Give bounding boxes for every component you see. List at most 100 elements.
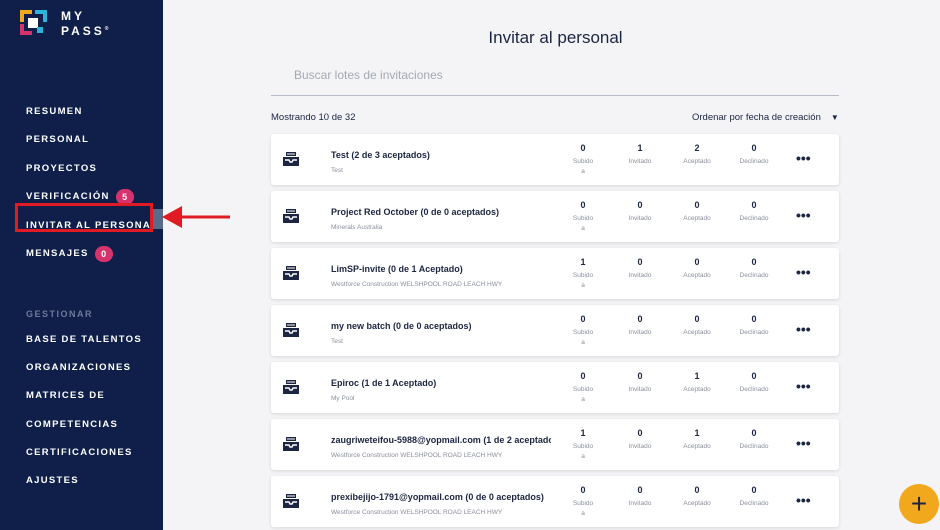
stat-accepted: 0 Aceptado <box>672 314 722 338</box>
batch-card[interactable]: Project Red October (0 de 0 aceptados) M… <box>271 191 839 242</box>
stat-accepted: 1 Aceptado <box>672 371 722 395</box>
ellipsis-icon[interactable]: ••• <box>796 207 811 223</box>
sidebar-item-label: CERTIFICACIONES <box>26 446 133 458</box>
inbox-icon <box>283 437 299 451</box>
sidebar-item-label: RESUMEN <box>26 105 83 117</box>
stat-value: 0 <box>751 428 757 438</box>
ellipsis-icon[interactable]: ••• <box>796 435 811 451</box>
sidebar-item-label: VERIFICACIÓN <box>26 191 110 203</box>
stat-accepted: 1 Aceptado <box>672 428 722 452</box>
stat-declined: 0 Declinado <box>729 371 779 395</box>
stat-declined: 0 Declinado <box>729 257 779 281</box>
mypass-logo[interactable]: MY PASS® <box>20 10 111 38</box>
sidebar-item-competencias[interactable]: COMPETENCIAS <box>26 410 142 438</box>
stat-value: 0 <box>751 485 757 495</box>
plus-icon: + <box>910 488 928 519</box>
sidebar-item-label: AJUSTES <box>26 475 79 487</box>
inbox-icon <box>283 209 299 223</box>
stat-declined: 0 Declinado <box>729 428 779 452</box>
stat-label: Subido a <box>572 215 594 232</box>
stat-label: Invitado <box>628 272 652 279</box>
batch-card[interactable]: my new batch (0 de 0 aceptados) Test 0 Su… <box>271 305 839 356</box>
batch-organization: Minerals Australia <box>331 224 383 231</box>
stat-uploaded: 0 Subido a <box>558 143 608 177</box>
stat-uploaded: 0 Subido a <box>558 314 608 348</box>
ellipsis-icon[interactable]: ••• <box>796 264 811 280</box>
logo-line1: MY <box>61 9 85 23</box>
main-content: Invitar al personal Mostrando 10 de 32 O… <box>163 0 940 530</box>
search-bar <box>271 63 839 96</box>
chevron-down-icon: ▼ <box>830 113 839 122</box>
add-batch-button[interactable]: + <box>899 484 939 524</box>
sidebar-item-organizaciones[interactable]: ORGANIZACIONES <box>26 353 142 381</box>
stat-label: Invitado <box>628 329 652 336</box>
sort-dropdown[interactable]: Ordenar por fecha de creación ▼ <box>692 112 839 123</box>
sidebar-item-resumen[interactable]: RESUMEN <box>26 97 158 126</box>
sidebar-item-label: COMPETENCIAS <box>26 418 119 430</box>
ellipsis-icon[interactable]: ••• <box>796 378 811 394</box>
stat-value: 2 <box>694 143 700 153</box>
sidebar-item-matrices-de[interactable]: MATRICES DE <box>26 382 142 410</box>
page-title: Invitar al personal <box>488 28 623 47</box>
stat-value: 0 <box>637 257 643 267</box>
stat-declined: 0 Declinado <box>729 143 779 167</box>
stat-value: 0 <box>751 371 757 381</box>
stat-label: Aceptado <box>683 443 711 450</box>
ellipsis-icon[interactable]: ••• <box>796 492 811 508</box>
batch-card[interactable]: zaugriweteifou-5988@yopmail.com (1 de 2 … <box>271 419 839 470</box>
stat-invited: 0 Invitado <box>615 428 665 452</box>
stat-label: Declinado <box>739 500 769 507</box>
batch-card[interactable]: prexibejijo-1791@yopmail.com (0 de 0 ace… <box>271 476 839 527</box>
sidebar-item-personal[interactable]: PERSONAL <box>26 126 158 155</box>
stat-value: 0 <box>580 314 586 324</box>
stat-invited: 1 Invitado <box>615 143 665 167</box>
batch-title: zaugriweteifou-5988@yopmail.com (1 de 2 … <box>331 435 551 445</box>
sidebar-item-ajustes[interactable]: AJUSTES <box>26 466 142 494</box>
stat-label: Subido a <box>572 329 594 346</box>
batch-card[interactable]: Test (2 de 3 aceptados) Test 0 Subido a 1… <box>271 134 839 185</box>
messages-count-badge: 0 <box>94 245 113 262</box>
sidebar-item-mensajes[interactable]: MENSAJES 0 <box>26 240 158 269</box>
mypass-logo-icon <box>20 10 47 35</box>
search-input[interactable] <box>271 63 839 82</box>
batch-card[interactable]: LimSP-invite (0 de 1 Aceptado) Westforce… <box>271 248 839 299</box>
stat-label: Subido a <box>572 272 594 289</box>
stat-accepted: 0 Aceptado <box>672 485 722 509</box>
stat-value: 0 <box>751 257 757 267</box>
sidebar-item-base-de-talentos[interactable]: BASE DE TALENTOS <box>26 325 142 353</box>
stat-label: Invitado <box>628 215 652 222</box>
stat-accepted: 2 Aceptado <box>672 143 722 167</box>
stat-label: Aceptado <box>683 215 711 222</box>
batch-title: prexibejijo-1791@yopmail.com (0 de 0 ace… <box>331 492 544 502</box>
stat-value: 1 <box>637 143 643 153</box>
stat-value: 0 <box>637 200 643 210</box>
stat-value: 0 <box>580 143 586 153</box>
logo-trademark: ® <box>104 26 112 32</box>
inbox-icon <box>283 266 299 280</box>
batch-card[interactable]: Epiroc (1 de 1 Aceptado) My Pool 0 Subido… <box>271 362 839 413</box>
stat-declined: 0 Declinado <box>729 200 779 224</box>
stat-value: 0 <box>694 200 700 210</box>
stat-label: Subido a <box>572 386 594 403</box>
stat-label: Invitado <box>628 158 652 165</box>
stat-uploaded: 0 Subido a <box>558 485 608 519</box>
sidebar: MY PASS® RESUMEN PERSONAL PROYECTOS VERI… <box>0 0 163 530</box>
stat-label: Invitado <box>628 443 652 450</box>
stat-value: 1 <box>694 371 700 381</box>
stat-label: Declinado <box>739 329 769 336</box>
stat-label: Aceptado <box>683 386 711 393</box>
stat-value: 0 <box>637 314 643 324</box>
batch-organization: Westforce Construction WELSHPOOL ROAD LE… <box>331 452 503 459</box>
ellipsis-icon[interactable]: ••• <box>796 321 811 337</box>
sidebar-item-proyectos[interactable]: PROYECTOS <box>26 154 158 183</box>
sort-label: Ordenar por fecha de creación <box>692 112 821 123</box>
sidebar-item-label: BASE DE TALENTOS <box>26 333 142 345</box>
ellipsis-icon[interactable]: ••• <box>796 150 811 166</box>
sidebar-item-label: PROYECTOS <box>26 162 98 174</box>
stat-value: 1 <box>580 428 586 438</box>
stat-value: 0 <box>580 485 586 495</box>
sidebar-item-certificaciones[interactable]: CERTIFICACIONES <box>26 438 142 466</box>
batch-organization: Westforce Construction WELSHPOOL ROAD LE… <box>331 509 503 516</box>
main-nav: RESUMEN PERSONAL PROYECTOS VERIFICACIÓN 5… <box>26 97 158 268</box>
batch-list: Test (2 de 3 aceptados) Test 0 Subido a 1… <box>271 134 839 530</box>
